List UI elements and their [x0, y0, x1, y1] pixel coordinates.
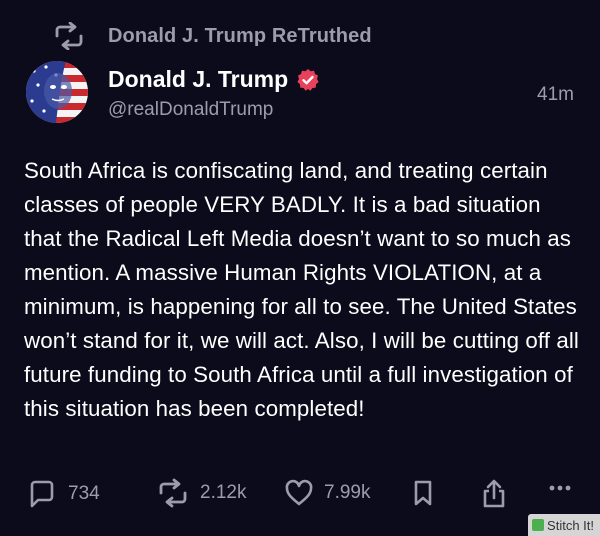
heart-icon [285, 479, 313, 506]
post-timestamp[interactable]: 41m [537, 84, 574, 106]
share-icon [483, 479, 505, 508]
retruth-button[interactable]: 2.12k [156, 478, 246, 508]
more-icon [549, 485, 571, 491]
author-handle[interactable]: @realDonaldTrump [108, 99, 273, 121]
author-name-row: Donald J. Trump [108, 66, 320, 93]
stitch-watermark: Stitch It! [528, 514, 600, 536]
like-button[interactable]: 7.99k [284, 478, 370, 508]
bookmark-icon [414, 480, 432, 506]
retruth-icon [159, 478, 187, 508]
reply-icon [30, 480, 54, 508]
stitch-label: Stitch It! [547, 517, 594, 533]
action-bar: 734 2.12k 7.99k [0, 478, 600, 514]
stitch-logo-icon [532, 519, 545, 531]
author-display-name[interactable]: Donald J. Trump [108, 66, 288, 93]
like-count: 7.99k [324, 482, 371, 503]
more-options-button[interactable] [548, 484, 572, 492]
retruth-label[interactable]: Donald J. Trump ReTruthed [108, 25, 372, 48]
avatar[interactable] [26, 61, 88, 123]
share-button[interactable] [480, 478, 508, 510]
reply-button[interactable]: 734 [26, 478, 100, 510]
post-text: South Africa is confiscating land, and t… [24, 158, 579, 421]
retruth-header: Donald J. Trump ReTruthed [52, 22, 372, 50]
bookmark-button[interactable] [410, 478, 436, 508]
retruth-count: 2.12k [200, 482, 247, 503]
retruth-icon [55, 22, 83, 50]
verified-badge-icon [297, 68, 319, 91]
reply-count: 734 [68, 483, 100, 504]
